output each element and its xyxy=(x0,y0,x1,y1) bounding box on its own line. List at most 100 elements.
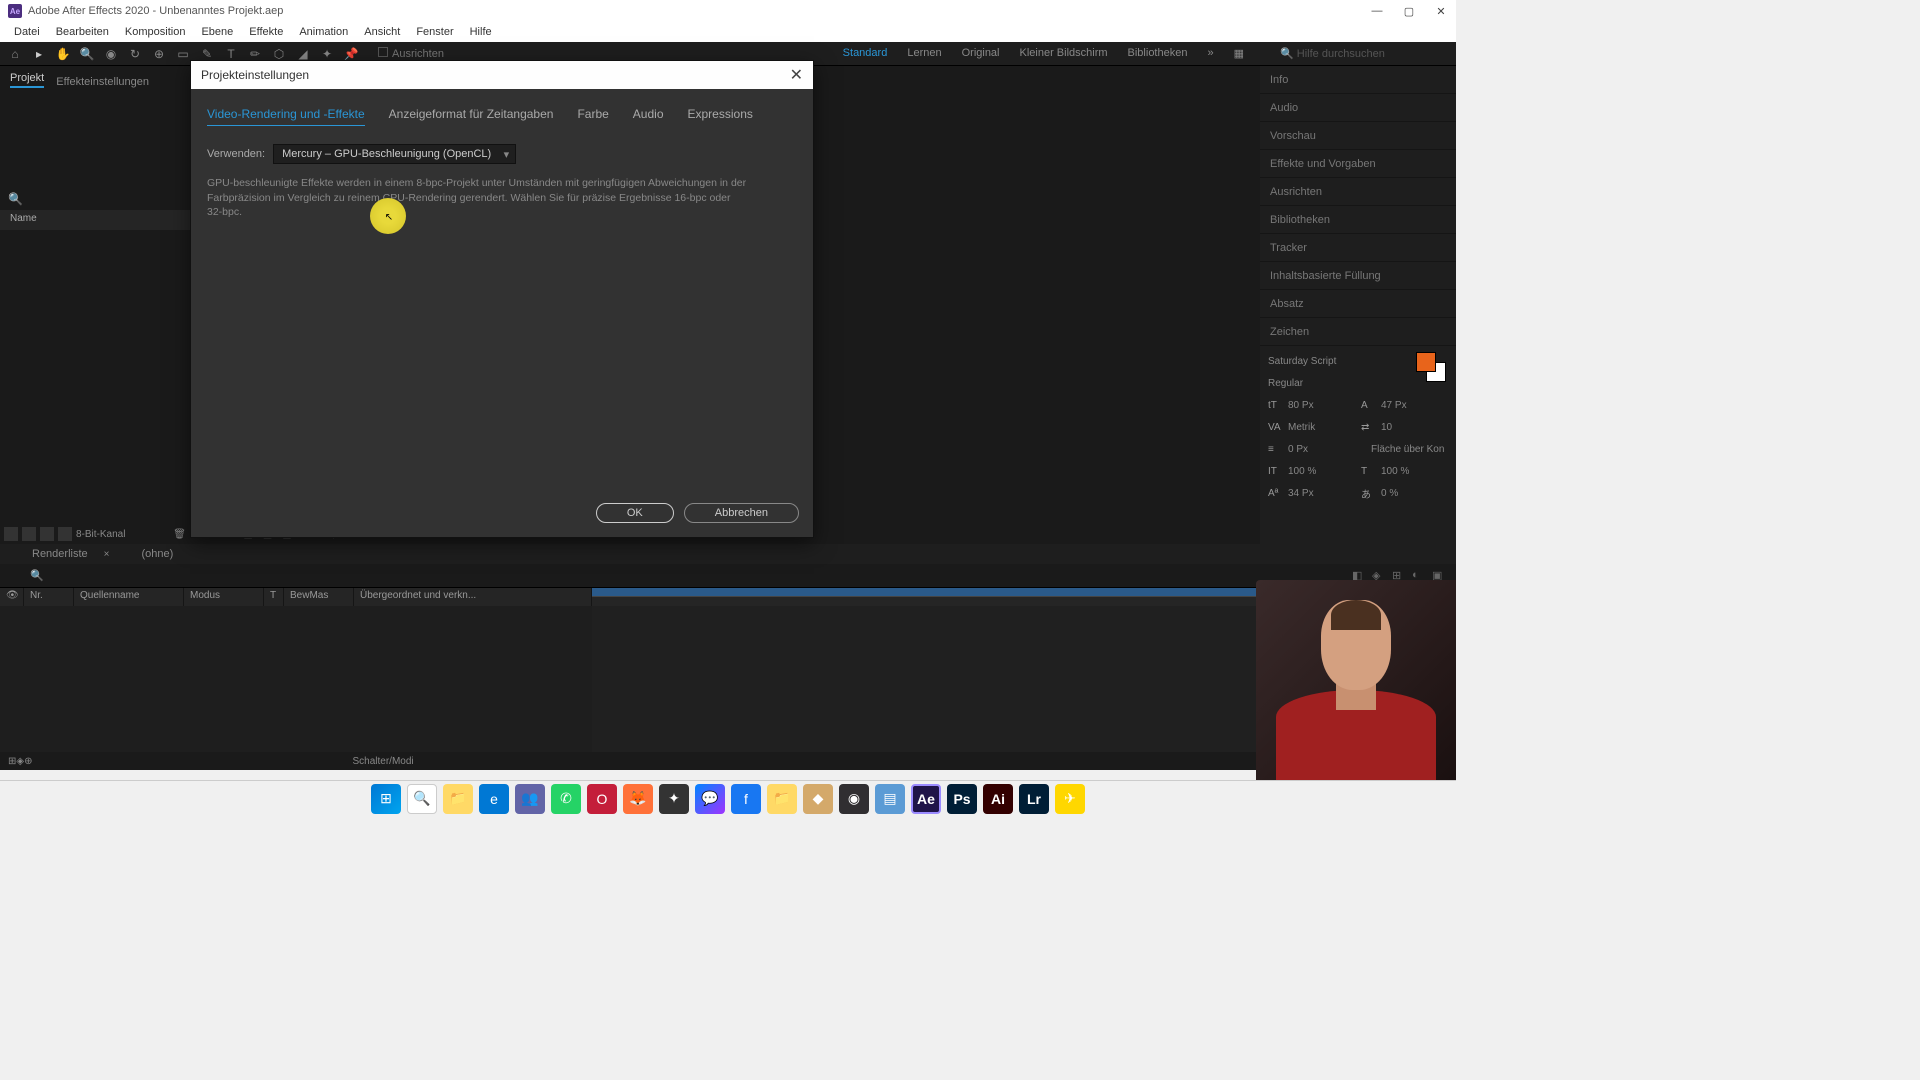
menu-composition[interactable]: Komposition xyxy=(117,26,194,38)
panel-content-aware[interactable]: Inhaltsbasierte Füllung xyxy=(1260,262,1456,290)
vscale-field[interactable]: 100 % xyxy=(1288,466,1355,477)
selection-tool-icon[interactable]: ▸ xyxy=(30,45,48,63)
panel-audio[interactable]: Audio xyxy=(1260,94,1456,122)
comp-icon[interactable] xyxy=(40,527,54,541)
workspace-grid-icon[interactable]: ▦ xyxy=(1234,47,1244,60)
interpret-icon[interactable] xyxy=(4,527,18,541)
panel-tracker[interactable]: Tracker xyxy=(1260,234,1456,262)
menu-effects[interactable]: Effekte xyxy=(241,26,291,38)
col-toggle-icons[interactable]: 👁 xyxy=(0,588,24,606)
tl-foot-icon[interactable]: ⊕ xyxy=(24,756,32,767)
taskbar-whatsapp-icon[interactable]: ✆ xyxy=(551,784,581,814)
home-icon[interactable]: ⌂ xyxy=(6,45,24,63)
taskbar-photoshop-icon[interactable]: Ps xyxy=(947,784,977,814)
adjust-icon[interactable] xyxy=(58,527,72,541)
taskbar-opera-icon[interactable]: O xyxy=(587,784,617,814)
trash-icon[interactable]: 🗑 xyxy=(173,529,186,540)
menu-animation[interactable]: Animation xyxy=(291,26,356,38)
panel-effects-presets[interactable]: Effekte und Vorgaben xyxy=(1260,150,1456,178)
taskbar-folder-icon[interactable]: 📁 xyxy=(767,784,797,814)
close-window-button[interactable]: ✕ xyxy=(1434,5,1448,18)
start-button[interactable]: ⊞ xyxy=(371,784,401,814)
taskbar-after-effects-icon[interactable]: Ae xyxy=(911,784,941,814)
panel-info[interactable]: Info xyxy=(1260,66,1456,94)
help-search[interactable]: 🔍 Hilfe durchsuchen xyxy=(1280,47,1450,60)
maximize-button[interactable]: ▢ xyxy=(1402,5,1416,18)
timecode-field[interactable] xyxy=(10,569,24,583)
tracking-field[interactable]: 10 xyxy=(1381,422,1448,433)
taskbar-explorer-icon[interactable]: 📁 xyxy=(443,784,473,814)
taskbar-firefox-icon[interactable]: 🦊 xyxy=(623,784,653,814)
taskbar-lightroom-icon[interactable]: Lr xyxy=(1019,784,1049,814)
menu-layer[interactable]: Ebene xyxy=(193,26,241,38)
tab-video-rendering[interactable]: Video-Rendering und -Effekte xyxy=(207,107,365,126)
tab-color[interactable]: Farbe xyxy=(577,107,608,126)
color-swatch[interactable] xyxy=(1416,352,1446,382)
project-column-name[interactable]: Name xyxy=(0,210,190,230)
panel-align[interactable]: Ausrichten xyxy=(1260,178,1456,206)
tab-audio[interactable]: Audio xyxy=(633,107,664,126)
col-source-name[interactable]: Quellenname xyxy=(74,588,184,606)
workspace-small[interactable]: Kleiner Bildschirm xyxy=(1020,47,1108,60)
menu-file[interactable]: Datei xyxy=(6,26,48,38)
ok-button[interactable]: OK xyxy=(596,503,674,523)
taskbar-illustrator-icon[interactable]: Ai xyxy=(983,784,1013,814)
stroke-field[interactable]: 0 Px xyxy=(1288,444,1365,455)
tab-expressions[interactable]: Expressions xyxy=(688,107,753,126)
leading-field[interactable]: 47 Px xyxy=(1381,400,1448,411)
workspace-learn[interactable]: Lernen xyxy=(907,47,941,60)
renderer-dropdown[interactable]: Mercury – GPU-Beschleunigung (OpenCL) xyxy=(273,144,516,164)
taskbar-facebook-icon[interactable]: f xyxy=(731,784,761,814)
col-trkmat-t[interactable]: T xyxy=(264,588,284,606)
folder-icon[interactable] xyxy=(22,527,36,541)
panel-character[interactable]: Zeichen xyxy=(1260,318,1456,346)
panel-preview[interactable]: Vorschau xyxy=(1260,122,1456,150)
tab-project[interactable]: Projekt xyxy=(10,72,44,88)
taskbar-app-icon[interactable]: ✦ xyxy=(659,784,689,814)
workspace-libraries[interactable]: Bibliotheken xyxy=(1128,47,1188,60)
taskbar-obs-icon[interactable]: ◉ xyxy=(839,784,869,814)
switches-modes-toggle[interactable]: Schalter/Modi xyxy=(352,756,413,767)
kerning-field[interactable]: Metrik xyxy=(1288,422,1355,433)
workspace-overflow-icon[interactable]: » xyxy=(1207,47,1213,60)
taskbar-app-icon[interactable]: ✈ xyxy=(1055,784,1085,814)
tsume-field[interactable]: 0 % xyxy=(1381,488,1448,499)
baseline-field[interactable]: 34 Px xyxy=(1288,488,1355,499)
font-size-field[interactable]: 80 Px xyxy=(1288,400,1355,411)
col-parent[interactable]: Übergeordnet und verkn... xyxy=(354,588,592,606)
minimize-button[interactable]: — xyxy=(1370,5,1384,18)
col-number[interactable]: Nr. xyxy=(24,588,74,606)
bit-depth-button[interactable]: 8-Bit-Kanal xyxy=(76,529,125,540)
snapping-checkbox[interactable]: Ausrichten xyxy=(378,47,444,60)
menu-help[interactable]: Hilfe xyxy=(462,26,500,38)
taskbar-app-icon[interactable]: ◆ xyxy=(803,784,833,814)
orbit-tool-icon[interactable]: ◉ xyxy=(102,45,120,63)
workspace-standard[interactable]: Standard xyxy=(843,47,888,60)
taskbar-app-icon[interactable]: ▤ xyxy=(875,784,905,814)
zoom-tool-icon[interactable]: 🔍 xyxy=(78,45,96,63)
tab-effect-controls[interactable]: Effekteinstellungen xyxy=(56,76,149,88)
dialog-close-button[interactable]: ✕ xyxy=(790,65,803,85)
panel-libraries[interactable]: Bibliotheken xyxy=(1260,206,1456,234)
taskbar-search-icon[interactable]: 🔍 xyxy=(407,784,437,814)
workspace-original[interactable]: Original xyxy=(962,47,1000,60)
col-trkmat[interactable]: BewMas xyxy=(284,588,354,606)
hscale-field[interactable]: 100 % xyxy=(1381,466,1448,477)
anchor-tool-icon[interactable]: ⊕ xyxy=(150,45,168,63)
tab-render-queue[interactable]: Renderliste× xyxy=(20,546,121,562)
menu-edit[interactable]: Bearbeiten xyxy=(48,26,117,38)
project-search[interactable]: 🔍 xyxy=(0,188,190,210)
project-list[interactable] xyxy=(0,230,190,524)
tl-search-icon[interactable]: 🔍 xyxy=(30,569,44,583)
tab-none[interactable]: (ohne) xyxy=(135,546,179,562)
fill-over-stroke-dropdown[interactable]: Fläche über Kon xyxy=(1371,444,1448,455)
taskbar-messenger-icon[interactable]: 💬 xyxy=(695,784,725,814)
cancel-button[interactable]: Abbrechen xyxy=(684,503,799,523)
rotate-tool-icon[interactable]: ↻ xyxy=(126,45,144,63)
hand-tool-icon[interactable]: ✋ xyxy=(54,45,72,63)
menu-view[interactable]: Ansicht xyxy=(356,26,408,38)
close-tab-icon[interactable]: × xyxy=(98,547,116,562)
col-mode[interactable]: Modus xyxy=(184,588,264,606)
taskbar-teams-icon[interactable]: 👥 xyxy=(515,784,545,814)
tl-foot-icon[interactable]: ◈ xyxy=(16,756,24,767)
